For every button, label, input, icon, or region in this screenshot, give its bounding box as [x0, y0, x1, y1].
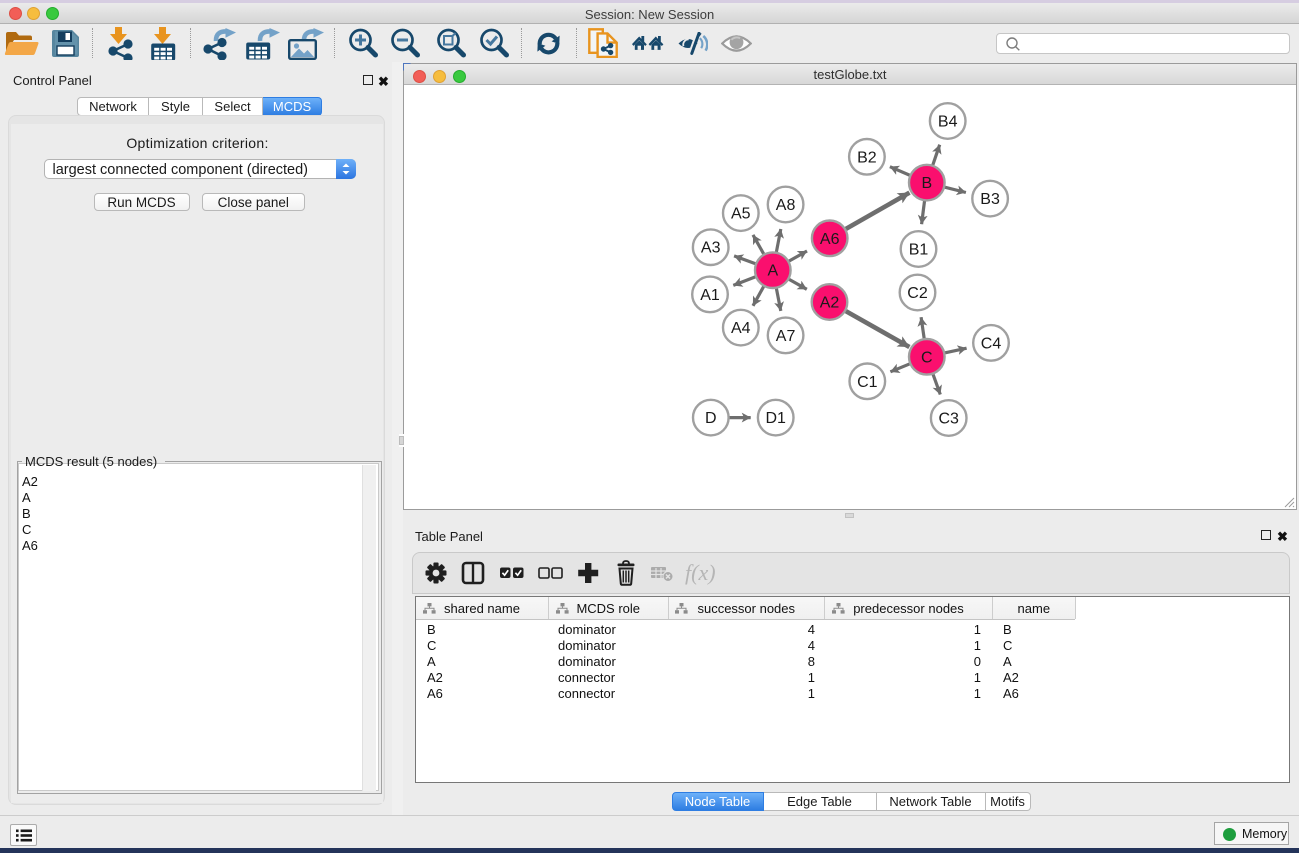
svg-text:A6: A6: [820, 231, 840, 248]
svg-text:B1: B1: [909, 242, 929, 259]
svg-text:B4: B4: [938, 114, 958, 131]
svg-text:C1: C1: [857, 374, 878, 391]
svg-text:A5: A5: [731, 206, 751, 223]
svg-text:A7: A7: [776, 328, 796, 345]
svg-text:B2: B2: [857, 149, 877, 166]
svg-text:B3: B3: [980, 191, 1000, 208]
svg-text:A1: A1: [700, 287, 720, 304]
svg-text:A2: A2: [820, 295, 840, 312]
svg-text:D1: D1: [765, 410, 786, 427]
svg-text:B: B: [921, 175, 932, 192]
svg-text:A: A: [767, 263, 778, 280]
svg-text:A3: A3: [701, 240, 721, 257]
svg-text:C2: C2: [907, 285, 928, 302]
svg-text:A8: A8: [776, 197, 796, 214]
svg-text:f(x): f(x): [685, 560, 716, 585]
svg-text:C3: C3: [938, 411, 959, 428]
svg-text:C4: C4: [981, 335, 1002, 352]
svg-text:A4: A4: [731, 320, 751, 337]
svg-text:D: D: [705, 410, 717, 427]
svg-text:C: C: [921, 349, 933, 366]
